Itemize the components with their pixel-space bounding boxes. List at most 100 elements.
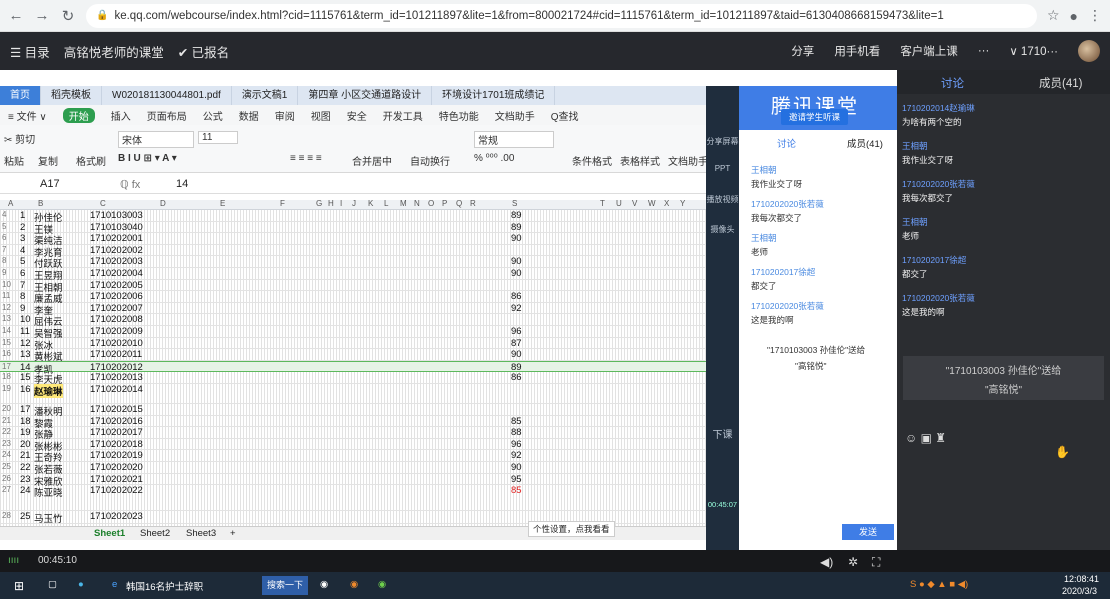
wps-menu-item: 页面布局 <box>146 111 187 123</box>
column-header: L <box>384 199 389 208</box>
kebab-menu-icon[interactable]: ⋮ <box>1088 7 1102 24</box>
avatar[interactable] <box>1078 40 1100 62</box>
app-icon[interactable]: ● <box>78 579 84 590</box>
wps-menu-item: Q查找 <box>550 111 579 123</box>
tab-discuss[interactable]: 讨论 <box>941 75 964 91</box>
profile-icon[interactable]: ● <box>1070 8 1078 24</box>
mobile-view-button[interactable]: 用手机看 <box>834 43 880 59</box>
fullscreen-icon[interactable]: ⛶ <box>872 555 880 570</box>
volume-icon[interactable]: ◀) <box>820 555 833 569</box>
row-number: 23 <box>2 438 11 448</box>
score-cell: 89 <box>511 221 522 233</box>
row-number: 26 <box>2 473 11 483</box>
row-number: 27 <box>2 485 11 495</box>
table-style-button: 表格样式 <box>620 157 660 168</box>
table-row: 10 7 王相朝 1710202005 <box>0 280 706 294</box>
sidebar-chat-user: 王相朝 <box>902 217 928 227</box>
image-icon[interactable]: ▣ <box>921 431 932 445</box>
table-row: 16 13 黄彬斌 1710202011 90 <box>0 349 706 363</box>
row-number: 8 <box>2 256 7 266</box>
row-number: 9 <box>2 268 7 277</box>
address-bar[interactable]: 🔒 ke.qq.com/webcourse/index.html?cid=111… <box>86 3 1037 28</box>
row-index: 2 <box>20 221 26 233</box>
table-row: 9 6 王昱翔 1710202004 90 <box>0 268 706 282</box>
font-size-select: 11 <box>198 131 238 144</box>
student-id: 1710202016 <box>90 415 143 427</box>
hand-icon[interactable]: ✋ <box>1055 445 1070 459</box>
sidebar-chat-text: 我作业交了呀 <box>902 155 954 165</box>
column-header: Y <box>680 199 686 208</box>
share-button[interactable]: 分享 <box>791 43 814 59</box>
sidebar-chat-user: 1710202020张若薇 <box>902 293 975 303</box>
enrolled-badge: ✔ 已报名 <box>177 45 230 60</box>
paste-button: 粘贴 <box>4 157 24 168</box>
catalog-button[interactable]: ☰ 目录 <box>10 42 50 61</box>
row-index: 24 <box>20 485 31 497</box>
conditional-format-button: 条件格式 <box>572 157 612 168</box>
play-video-label: 播放视频 <box>706 195 739 204</box>
table-row: 17 14 孝凯 1710202012 89 <box>0 360 706 376</box>
back-icon[interactable]: ← <box>8 7 24 24</box>
tab-members[interactable]: 成员(41) <box>1039 75 1082 91</box>
row-index: 9 <box>20 302 26 314</box>
sidebar-chat-user: 1710202017徐超 <box>902 255 967 265</box>
formula-bar: A17 ℚ fx 14 <box>0 176 706 194</box>
row-index: 3 <box>20 233 26 245</box>
taskbar-app-3[interactable]: ◉ <box>378 579 386 590</box>
student-id: 1710202002 <box>90 244 143 256</box>
student-id: 1710202012 <box>90 361 143 373</box>
sheet-tab-2: Sheet2 <box>140 528 171 539</box>
sidebar-chat-text: 为啥有两个空的 <box>902 117 962 127</box>
score-cell: 90 <box>511 349 522 361</box>
taskbar-app-label[interactable]: 韩国16名护士辞职 <box>126 579 203 593</box>
user-menu[interactable]: ∨ 1710··· <box>1009 44 1058 58</box>
column-header: J <box>352 199 356 208</box>
wps-doc-tab: 演示文稿1 <box>232 86 299 105</box>
star-icon[interactable]: ☆ <box>1047 7 1060 24</box>
chat-text: 我作业交了呀 <box>751 179 803 189</box>
row-number: 4 <box>2 210 7 219</box>
taskbar-app-1[interactable]: ◉ <box>320 579 328 590</box>
chat-text: 老师 <box>751 247 769 257</box>
student-name: 陈亚晓 <box>34 488 63 500</box>
more-button[interactable]: ··· <box>978 45 990 57</box>
emoji-icon[interactable]: ☺ <box>905 431 917 445</box>
taskbar-search[interactable]: 搜索一下 <box>262 576 308 595</box>
wps-doc-tab: 稻壳模板 <box>41 86 102 105</box>
sidebar-chat-user: 王相朝 <box>902 141 928 151</box>
row-number: 7 <box>2 244 7 254</box>
table-row: 14 11 吴智强 1710202009 96 <box>0 326 706 340</box>
row-index: 19 <box>20 427 31 439</box>
task-view-icon[interactable]: ▢ <box>48 579 57 590</box>
wps-doc-tab: 首页 <box>0 86 41 105</box>
row-index: 6 <box>20 268 26 279</box>
bold-italic-underline: B I U ⊞ ▾ A ▾ <box>118 153 177 164</box>
formula-value: 14 <box>176 178 189 190</box>
score-cell: 92 <box>511 302 522 314</box>
align-buttons: ≡ ≡ ≡ ≡ <box>290 153 322 164</box>
shared-screen-video: 首页 稻壳模板 W020181130044801.pdf 演示文稿1 第四章 小区交通道… <box>0 70 897 550</box>
row-number: 15 <box>2 337 11 347</box>
cell-reference: A17 <box>40 178 60 190</box>
score-cell: 90 <box>511 233 522 245</box>
row-index: 10 <box>20 314 31 326</box>
table-row: 27 24 陈亚晓 1710202022 85 <box>0 485 706 512</box>
forward-icon[interactable]: → <box>34 7 50 24</box>
student-id: 1710202007 <box>90 302 143 314</box>
row-index: 11 <box>20 326 30 337</box>
client-class-button[interactable]: 客户端上课 <box>900 43 958 59</box>
reload-icon[interactable]: ↻ <box>60 7 76 25</box>
browser-icon[interactable]: e <box>112 579 117 590</box>
student-id: 1710202011 <box>90 349 143 361</box>
doc-helper-button: 文档助手 <box>668 157 708 168</box>
settings-icon[interactable]: ✲ <box>848 555 858 569</box>
windows-start-icon[interactable]: ⊞ <box>14 579 24 593</box>
student-id: 1710202020 <box>90 462 143 473</box>
table-row: 6 3 渠纯洁 1710202001 90 <box>0 233 706 247</box>
taskbar-app-2[interactable]: ◉ <box>350 579 358 590</box>
class-timer: 00:45:07 <box>707 500 738 509</box>
row-number: 25 <box>2 462 11 471</box>
gift-line-1: "1710103003 孙佳伦"送给 <box>945 366 1062 377</box>
table-row: 12 9 李奎 1710202007 92 <box>0 302 706 317</box>
gift-icon[interactable]: ♜ <box>935 431 946 445</box>
